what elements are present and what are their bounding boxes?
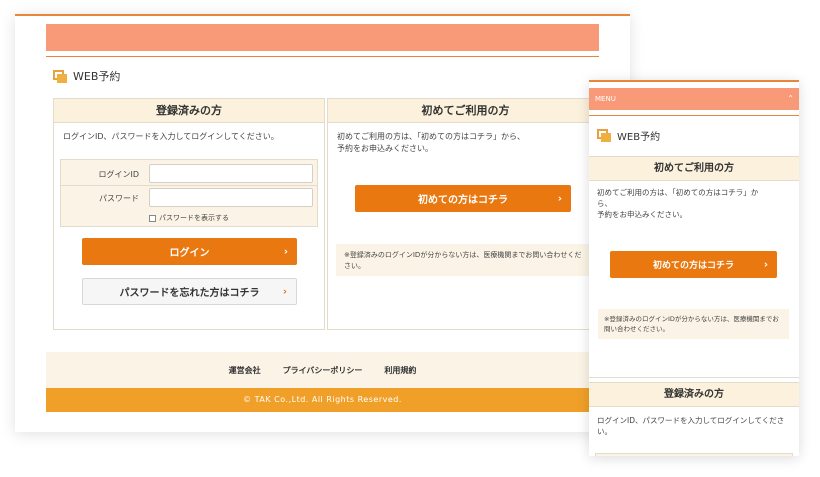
footer-links: 運営会社 プライバシーポリシー 利用規約 <box>46 352 599 388</box>
footer-link-company[interactable]: 運営会社 <box>229 365 261 376</box>
mobile-login-panel: 登録済みの方 ログインID、パスワードを入力してログインしてください。 <box>589 382 799 456</box>
first-time-description: 初めてご利用の方は、「初めての方はコチラ」から、 予約をお申込みください。 <box>337 131 525 155</box>
first-time-description-line: 初めてご利用の方は、「初めての方はコチラ」から、 <box>337 132 525 141</box>
chevron-up-icon[interactable]: ⌃ <box>787 88 794 110</box>
mobile-page-title: WEB予約 <box>617 132 661 143</box>
first-time-description-line: 予約をお申込みください。 <box>337 144 433 153</box>
mobile-login-id-help-note: ※登録済みのログインIDが分からない方は、医療機関までお問い合わせください。 <box>598 309 789 339</box>
mobile-description-line: 初めてご利用の方は、「初めての方はコチラ」か <box>597 188 759 197</box>
footer-link-privacy[interactable]: プライバシーポリシー <box>283 365 363 376</box>
header-divider <box>46 56 599 57</box>
first-time-panel-title: 初めてご利用の方 <box>328 99 603 123</box>
mobile-menu-label: MENU <box>595 95 616 103</box>
first-time-button-label: 初めての方はコチラ <box>418 195 508 206</box>
forgot-password-button[interactable]: パスワードを忘れた方はコチラ › <box>82 278 297 305</box>
chevron-right-icon: › <box>283 246 288 257</box>
web-reservation-icon <box>53 69 67 83</box>
first-time-button[interactable]: 初めての方はコチラ › <box>355 185 571 212</box>
mobile-header-divider <box>589 115 799 116</box>
login-description: ログインID、パスワードを入力してログインしてください。 <box>63 132 279 141</box>
login-panel: 登録済みの方 ログインID、パスワードを入力してログインしてください。 ログイン… <box>53 98 325 330</box>
page-heading: WEB予約 <box>53 68 120 84</box>
show-password-toggle[interactable]: パスワードを表示する <box>149 213 229 223</box>
web-reservation-icon <box>597 129 611 142</box>
mobile-first-time-description: 初めてご利用の方は、「初めての方はコチラ」か ら、 予約をお申込みください。 <box>597 187 758 220</box>
mobile-login-title: 登録済みの方 <box>589 383 799 407</box>
chevron-right-icon: › <box>557 193 562 204</box>
login-button-label: ログイン <box>169 248 210 259</box>
mobile-preview: MENU ⌃ WEB予約 初めてご利用の方 初めてご利用の方は、「初めての方はコ… <box>589 80 799 456</box>
form-row-divider <box>61 185 317 186</box>
mobile-login-form <box>595 453 793 456</box>
mobile-first-time-title: 初めてご利用の方 <box>589 157 799 181</box>
login-id-help-note: ※登録済みのログインIDが分からない方は、医療機関までお問い合わせください。 <box>336 244 596 276</box>
desktop-preview: WEB予約 登録済みの方 ログインID、パスワードを入力してログインしてください… <box>15 14 630 432</box>
login-id-row: ログインID <box>61 163 317 185</box>
show-password-label: パスワードを表示する <box>159 214 229 222</box>
password-label: パスワード <box>99 194 139 203</box>
mobile-menu-bar[interactable]: MENU ⌃ <box>589 88 799 110</box>
forgot-password-label: パスワードを忘れた方はコチラ <box>119 288 260 299</box>
mobile-first-time-button[interactable]: 初めての方はコチラ › <box>610 251 777 278</box>
mobile-description-line: 予約をお申込みください。 <box>597 210 687 219</box>
login-id-label: ログインID <box>98 170 139 179</box>
header-bar <box>46 24 599 51</box>
mobile-first-time-panel: 初めてご利用の方 初めてご利用の方は、「初めての方はコチラ」か ら、 予約をお申… <box>589 156 799 378</box>
login-id-input[interactable] <box>149 164 313 183</box>
login-panel-title: 登録済みの方 <box>54 99 324 123</box>
login-button[interactable]: ログイン › <box>82 238 297 265</box>
first-time-panel: 初めてご利用の方 初めてご利用の方は、「初めての方はコチラ」から、 予約をお申込… <box>327 98 604 330</box>
mobile-first-time-button-label: 初めての方はコチラ <box>652 261 734 271</box>
page-title: WEB予約 <box>73 70 121 83</box>
mobile-description-line: ら、 <box>597 199 612 208</box>
chevron-right-icon: › <box>763 259 768 270</box>
chevron-right-icon: › <box>282 286 287 297</box>
footer-link-terms[interactable]: 利用規約 <box>384 365 416 376</box>
copyright: © TAK Co.,Ltd. All Rights Reserved. <box>46 388 599 412</box>
mobile-page-heading: WEB予約 <box>597 128 660 143</box>
mobile-login-description: ログインID、パスワードを入力してログインしてください。 <box>597 416 785 436</box>
login-form: ログインID パスワード パスワードを表示する <box>60 159 318 227</box>
show-password-checkbox[interactable] <box>149 214 156 222</box>
password-input[interactable] <box>149 188 313 207</box>
